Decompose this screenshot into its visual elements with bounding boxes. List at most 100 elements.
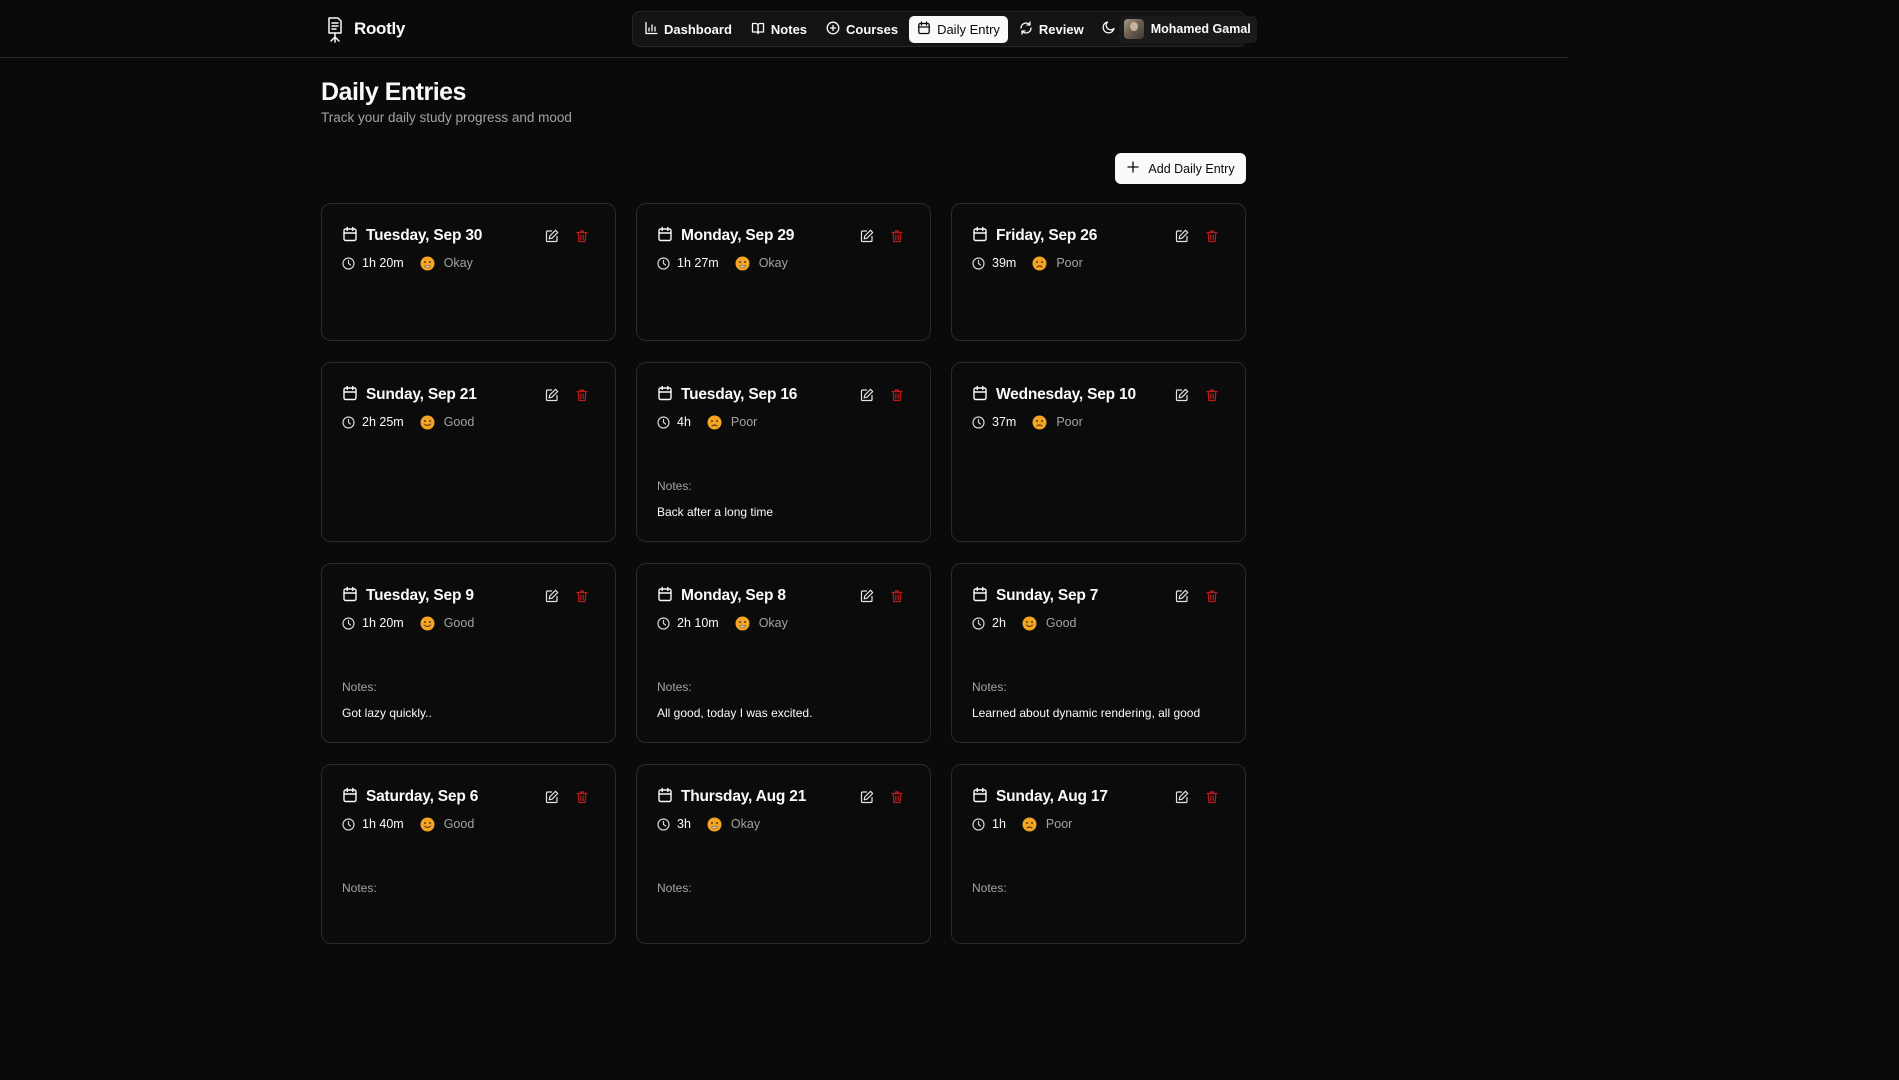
calendar-icon <box>342 385 358 406</box>
entry-card-header: Sunday, Sep 21 <box>342 383 595 407</box>
entry-actions <box>860 388 904 402</box>
clock-icon <box>342 817 355 831</box>
entry-meta: 2h Good <box>972 615 1225 631</box>
entry-notes-label: Notes: <box>657 479 692 493</box>
entry-notes-label: Notes: <box>972 881 1007 895</box>
calendar-icon <box>972 787 988 808</box>
entry-date: Sunday, Sep 7 <box>972 586 1175 607</box>
nav-daily-entry-label: Daily Entry <box>937 21 1000 37</box>
entry-card: Thursday, Aug 21 3h Okay Notes: <box>636 764 931 944</box>
entry-notes: Notes: Learned about dynamic rendering, … <box>972 680 1200 720</box>
entry-meta: 1h 27m Okay <box>657 255 910 271</box>
entry-date: Wednesday, Sep 10 <box>972 385 1175 406</box>
clock-icon <box>972 616 985 630</box>
trash-icon[interactable] <box>890 388 904 402</box>
app-name: Rootly <box>354 19 406 38</box>
entry-notes: Notes: All good, today I was excited. <box>657 680 812 720</box>
entry-card-header: Sunday, Aug 17 <box>972 785 1225 809</box>
edit-icon[interactable] <box>860 388 874 402</box>
edit-icon[interactable] <box>1175 589 1189 603</box>
trash-icon[interactable] <box>575 229 589 243</box>
clock-icon <box>972 256 985 270</box>
trash-icon[interactable] <box>890 790 904 804</box>
edit-icon[interactable] <box>860 790 874 804</box>
entry-card: Saturday, Sep 6 1h 40m Good Notes: <box>321 764 616 944</box>
trash-icon[interactable] <box>1205 790 1219 804</box>
entry-card-header: Sunday, Sep 7 <box>972 584 1225 608</box>
entry-meta: 2h 25m Good <box>342 414 595 430</box>
entry-date: Tuesday, Sep 30 <box>342 226 545 247</box>
bar-chart-icon <box>644 21 658 38</box>
entry-mood: Poor <box>1056 256 1083 270</box>
entry-card: Monday, Sep 29 1h 27m Okay <box>636 203 931 341</box>
nav-notes[interactable]: Notes <box>743 16 815 43</box>
entry-meta: 3h Okay <box>657 816 910 832</box>
rootly-logo-icon <box>324 15 345 43</box>
nav-courses[interactable]: Courses <box>818 16 906 43</box>
clock-icon <box>657 256 670 270</box>
entry-date: Saturday, Sep 6 <box>342 787 545 808</box>
edit-icon[interactable] <box>1175 790 1189 804</box>
nav-review-label: Review <box>1038 21 1084 37</box>
entry-actions <box>545 388 589 402</box>
entry-meta: 1h 20m Okay <box>342 255 595 271</box>
entry-duration: 2h 10m <box>677 616 719 630</box>
entry-date: Tuesday, Sep 9 <box>342 586 545 607</box>
trash-icon[interactable] <box>1205 388 1219 402</box>
entry-notes-label: Notes: <box>342 881 377 895</box>
trash-icon[interactable] <box>1205 589 1219 603</box>
top-bar: Rootly Dashboard Notes Courses Daily Ent… <box>0 0 1568 58</box>
entry-actions <box>860 229 904 243</box>
brand[interactable]: Rootly <box>324 13 405 45</box>
plus-icon <box>1126 160 1140 177</box>
entry-duration: 37m <box>992 415 1017 429</box>
mood-emoji-icon <box>735 256 750 271</box>
mood-emoji-icon <box>707 817 722 832</box>
nav-review[interactable]: Review <box>1011 16 1092 43</box>
entry-card: Sunday, Sep 7 2h Good Notes: Learned abo… <box>951 563 1246 743</box>
edit-icon[interactable] <box>545 790 559 804</box>
entry-mood: Okay <box>758 256 788 270</box>
trash-icon[interactable] <box>890 229 904 243</box>
trash-icon[interactable] <box>575 388 589 402</box>
edit-icon[interactable] <box>860 589 874 603</box>
clock-icon <box>972 415 985 429</box>
entry-mood: Poor <box>730 415 758 429</box>
edit-icon[interactable] <box>1175 388 1189 402</box>
edit-icon[interactable] <box>545 229 559 243</box>
entry-notes: Notes: <box>342 881 377 907</box>
entry-card: Tuesday, Sep 30 1h 20m Okay <box>321 203 616 341</box>
trash-icon[interactable] <box>575 589 589 603</box>
clock-icon <box>657 616 670 630</box>
entry-notes: Notes: Back after a long time <box>657 479 773 519</box>
trash-icon[interactable] <box>575 790 589 804</box>
edit-icon[interactable] <box>545 388 559 402</box>
entry-card-header: Monday, Sep 29 <box>657 224 910 248</box>
entry-date: Sunday, Aug 17 <box>972 787 1175 808</box>
entry-actions <box>1175 790 1219 804</box>
entry-notes-text: Got lazy quickly.. <box>342 706 432 720</box>
entry-date-label: Tuesday, Sep 16 <box>681 386 798 403</box>
entry-card-header: Tuesday, Sep 16 <box>657 383 910 407</box>
calendar-icon <box>657 787 673 808</box>
edit-icon[interactable] <box>545 589 559 603</box>
edit-icon[interactable] <box>860 229 874 243</box>
nav-daily-entry[interactable]: Daily Entry <box>909 15 1008 43</box>
entry-meta: 4h Poor <box>657 414 910 430</box>
entry-date-label: Friday, Sep 26 <box>996 227 1098 244</box>
nav-dashboard[interactable]: Dashboard <box>636 16 740 43</box>
mood-emoji-icon <box>1032 415 1047 430</box>
entry-actions <box>860 790 904 804</box>
user-menu-button[interactable]: Mohamed Gamal <box>1118 15 1257 43</box>
add-daily-entry-button[interactable]: Add Daily Entry <box>1115 153 1246 184</box>
trash-icon[interactable] <box>1205 229 1219 243</box>
refresh-icon <box>1019 20 1033 38</box>
trash-icon[interactable] <box>890 589 904 603</box>
entry-date: Friday, Sep 26 <box>972 226 1175 247</box>
entry-notes: Notes: Got lazy quickly.. <box>342 680 432 720</box>
theme-toggle-button[interactable] <box>1102 16 1116 43</box>
page-header: Daily Entries Track your daily study pro… <box>321 76 572 125</box>
entry-mood: Good <box>1045 616 1077 630</box>
edit-icon[interactable] <box>1175 229 1189 243</box>
entry-card: Friday, Sep 26 39m Poor <box>951 203 1246 341</box>
